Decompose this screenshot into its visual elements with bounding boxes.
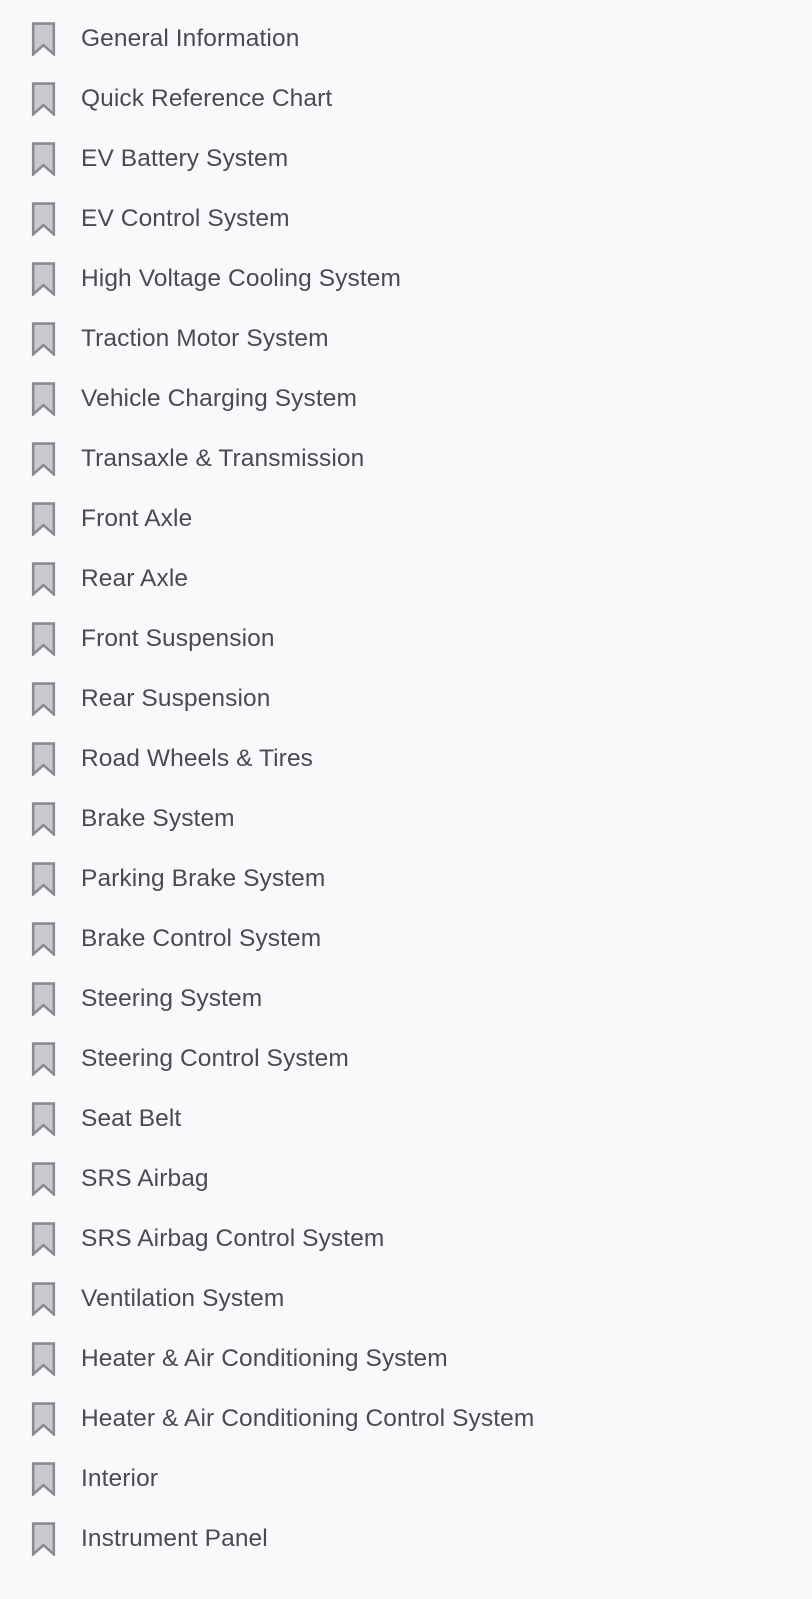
bookmark-item-label: Interior (81, 1465, 159, 1492)
bookmark-icon (31, 802, 81, 836)
bookmark-icon (31, 1042, 81, 1076)
bookmark-item-label: Rear Axle (81, 565, 189, 592)
bookmark-item-label: EV Battery System (81, 145, 289, 172)
bookmark-list-item[interactable]: Brake Control System (0, 909, 812, 969)
bookmark-list-item[interactable]: Transaxle & Transmission (0, 429, 812, 489)
bookmark-list-item[interactable]: SRS Airbag Control System (0, 1209, 812, 1269)
bookmark-icon (31, 1342, 81, 1376)
bookmark-item-label: Quick Reference Chart (81, 85, 333, 112)
bookmark-icon (31, 322, 81, 356)
bookmark-list-item[interactable]: Heater & Air Conditioning Control System (0, 1389, 812, 1449)
bookmark-item-label: Front Suspension (81, 625, 275, 652)
bookmark-list-item[interactable]: Ventilation System (0, 1269, 812, 1329)
bookmark-item-label: Rear Suspension (81, 685, 271, 712)
bookmark-list-item[interactable]: EV Control System (0, 189, 812, 249)
bookmark-item-label: EV Control System (81, 205, 290, 232)
bookmark-item-label: Brake System (81, 805, 235, 832)
bookmark-icon (31, 742, 81, 776)
bookmark-icon (31, 1402, 81, 1436)
bookmark-item-label: Parking Brake System (81, 865, 326, 892)
bookmark-item-label: Heater & Air Conditioning System (81, 1345, 448, 1372)
bookmark-icon (31, 82, 81, 116)
bookmark-icon (31, 202, 81, 236)
bookmark-list-item[interactable]: Brake System (0, 789, 812, 849)
bookmark-list-item[interactable]: Traction Motor System (0, 309, 812, 369)
bookmark-item-label: Instrument Panel (81, 1525, 268, 1552)
bookmark-icon (31, 382, 81, 416)
bookmark-icon (31, 502, 81, 536)
bookmark-item-label: Transaxle & Transmission (81, 445, 365, 472)
bookmark-item-label: Steering Control System (81, 1045, 349, 1072)
bookmark-item-label: SRS Airbag (81, 1165, 209, 1192)
bookmark-icon (31, 1462, 81, 1496)
bookmark-icon (31, 922, 81, 956)
bookmark-item-label: SRS Airbag Control System (81, 1225, 385, 1252)
bookmark-list-item[interactable]: Rear Axle (0, 549, 812, 609)
bookmark-list-item[interactable]: High Voltage Cooling System (0, 249, 812, 309)
bookmark-icon (31, 622, 81, 656)
bookmark-list-item[interactable]: Interior (0, 1449, 812, 1509)
bookmark-list-item[interactable]: SRS Airbag (0, 1149, 812, 1209)
bookmark-list-item[interactable]: Steering System (0, 969, 812, 1029)
bookmark-list-item[interactable]: Parking Brake System (0, 849, 812, 909)
bookmark-icon (31, 862, 81, 896)
bookmark-icon (31, 1102, 81, 1136)
bookmark-icon (31, 1522, 81, 1556)
bookmark-item-label: Front Axle (81, 505, 193, 532)
bookmark-item-label: Seat Belt (81, 1105, 182, 1132)
bookmark-list-item[interactable]: Road Wheels & Tires (0, 729, 812, 789)
bookmark-icon (31, 142, 81, 176)
bookmark-item-label: High Voltage Cooling System (81, 265, 402, 292)
bookmark-item-label: Heater & Air Conditioning Control System (81, 1405, 535, 1432)
bookmark-list-item[interactable]: Front Suspension (0, 609, 812, 669)
bookmark-icon (31, 682, 81, 716)
bookmark-icon (31, 1282, 81, 1316)
bookmark-icon (31, 982, 81, 1016)
bookmark-list-item[interactable]: Vehicle Charging System (0, 369, 812, 429)
bookmark-list-item[interactable]: Quick Reference Chart (0, 69, 812, 129)
bookmark-list-item[interactable]: Seat Belt (0, 1089, 812, 1149)
bookmark-icon (31, 442, 81, 476)
bookmark-list[interactable]: General Information Quick Reference Char… (0, 0, 812, 1599)
bookmark-item-label: Vehicle Charging System (81, 385, 358, 412)
bookmark-icon (31, 1162, 81, 1196)
bookmark-item-label: Ventilation System (81, 1285, 285, 1312)
bookmark-list-item[interactable]: Front Axle (0, 489, 812, 549)
bookmark-icon (31, 262, 81, 296)
bookmark-list-item[interactable]: Heater & Air Conditioning System (0, 1329, 812, 1389)
bookmark-list-item[interactable]: Instrument Panel (0, 1509, 812, 1569)
bookmark-list-item[interactable]: Rear Suspension (0, 669, 812, 729)
bookmark-item-label: Traction Motor System (81, 325, 329, 352)
bookmark-list-item[interactable]: Steering Control System (0, 1029, 812, 1089)
bookmark-item-label: Brake Control System (81, 925, 322, 952)
bookmark-list-item[interactable]: General Information (0, 9, 812, 69)
bookmark-item-label: Steering System (81, 985, 263, 1012)
bookmark-icon (31, 1222, 81, 1256)
bookmark-icon (31, 562, 81, 596)
bookmark-icon (31, 22, 81, 56)
bookmark-list-item[interactable]: EV Battery System (0, 129, 812, 189)
bookmark-item-label: General Information (81, 25, 300, 52)
bookmark-item-label: Road Wheels & Tires (81, 745, 314, 772)
